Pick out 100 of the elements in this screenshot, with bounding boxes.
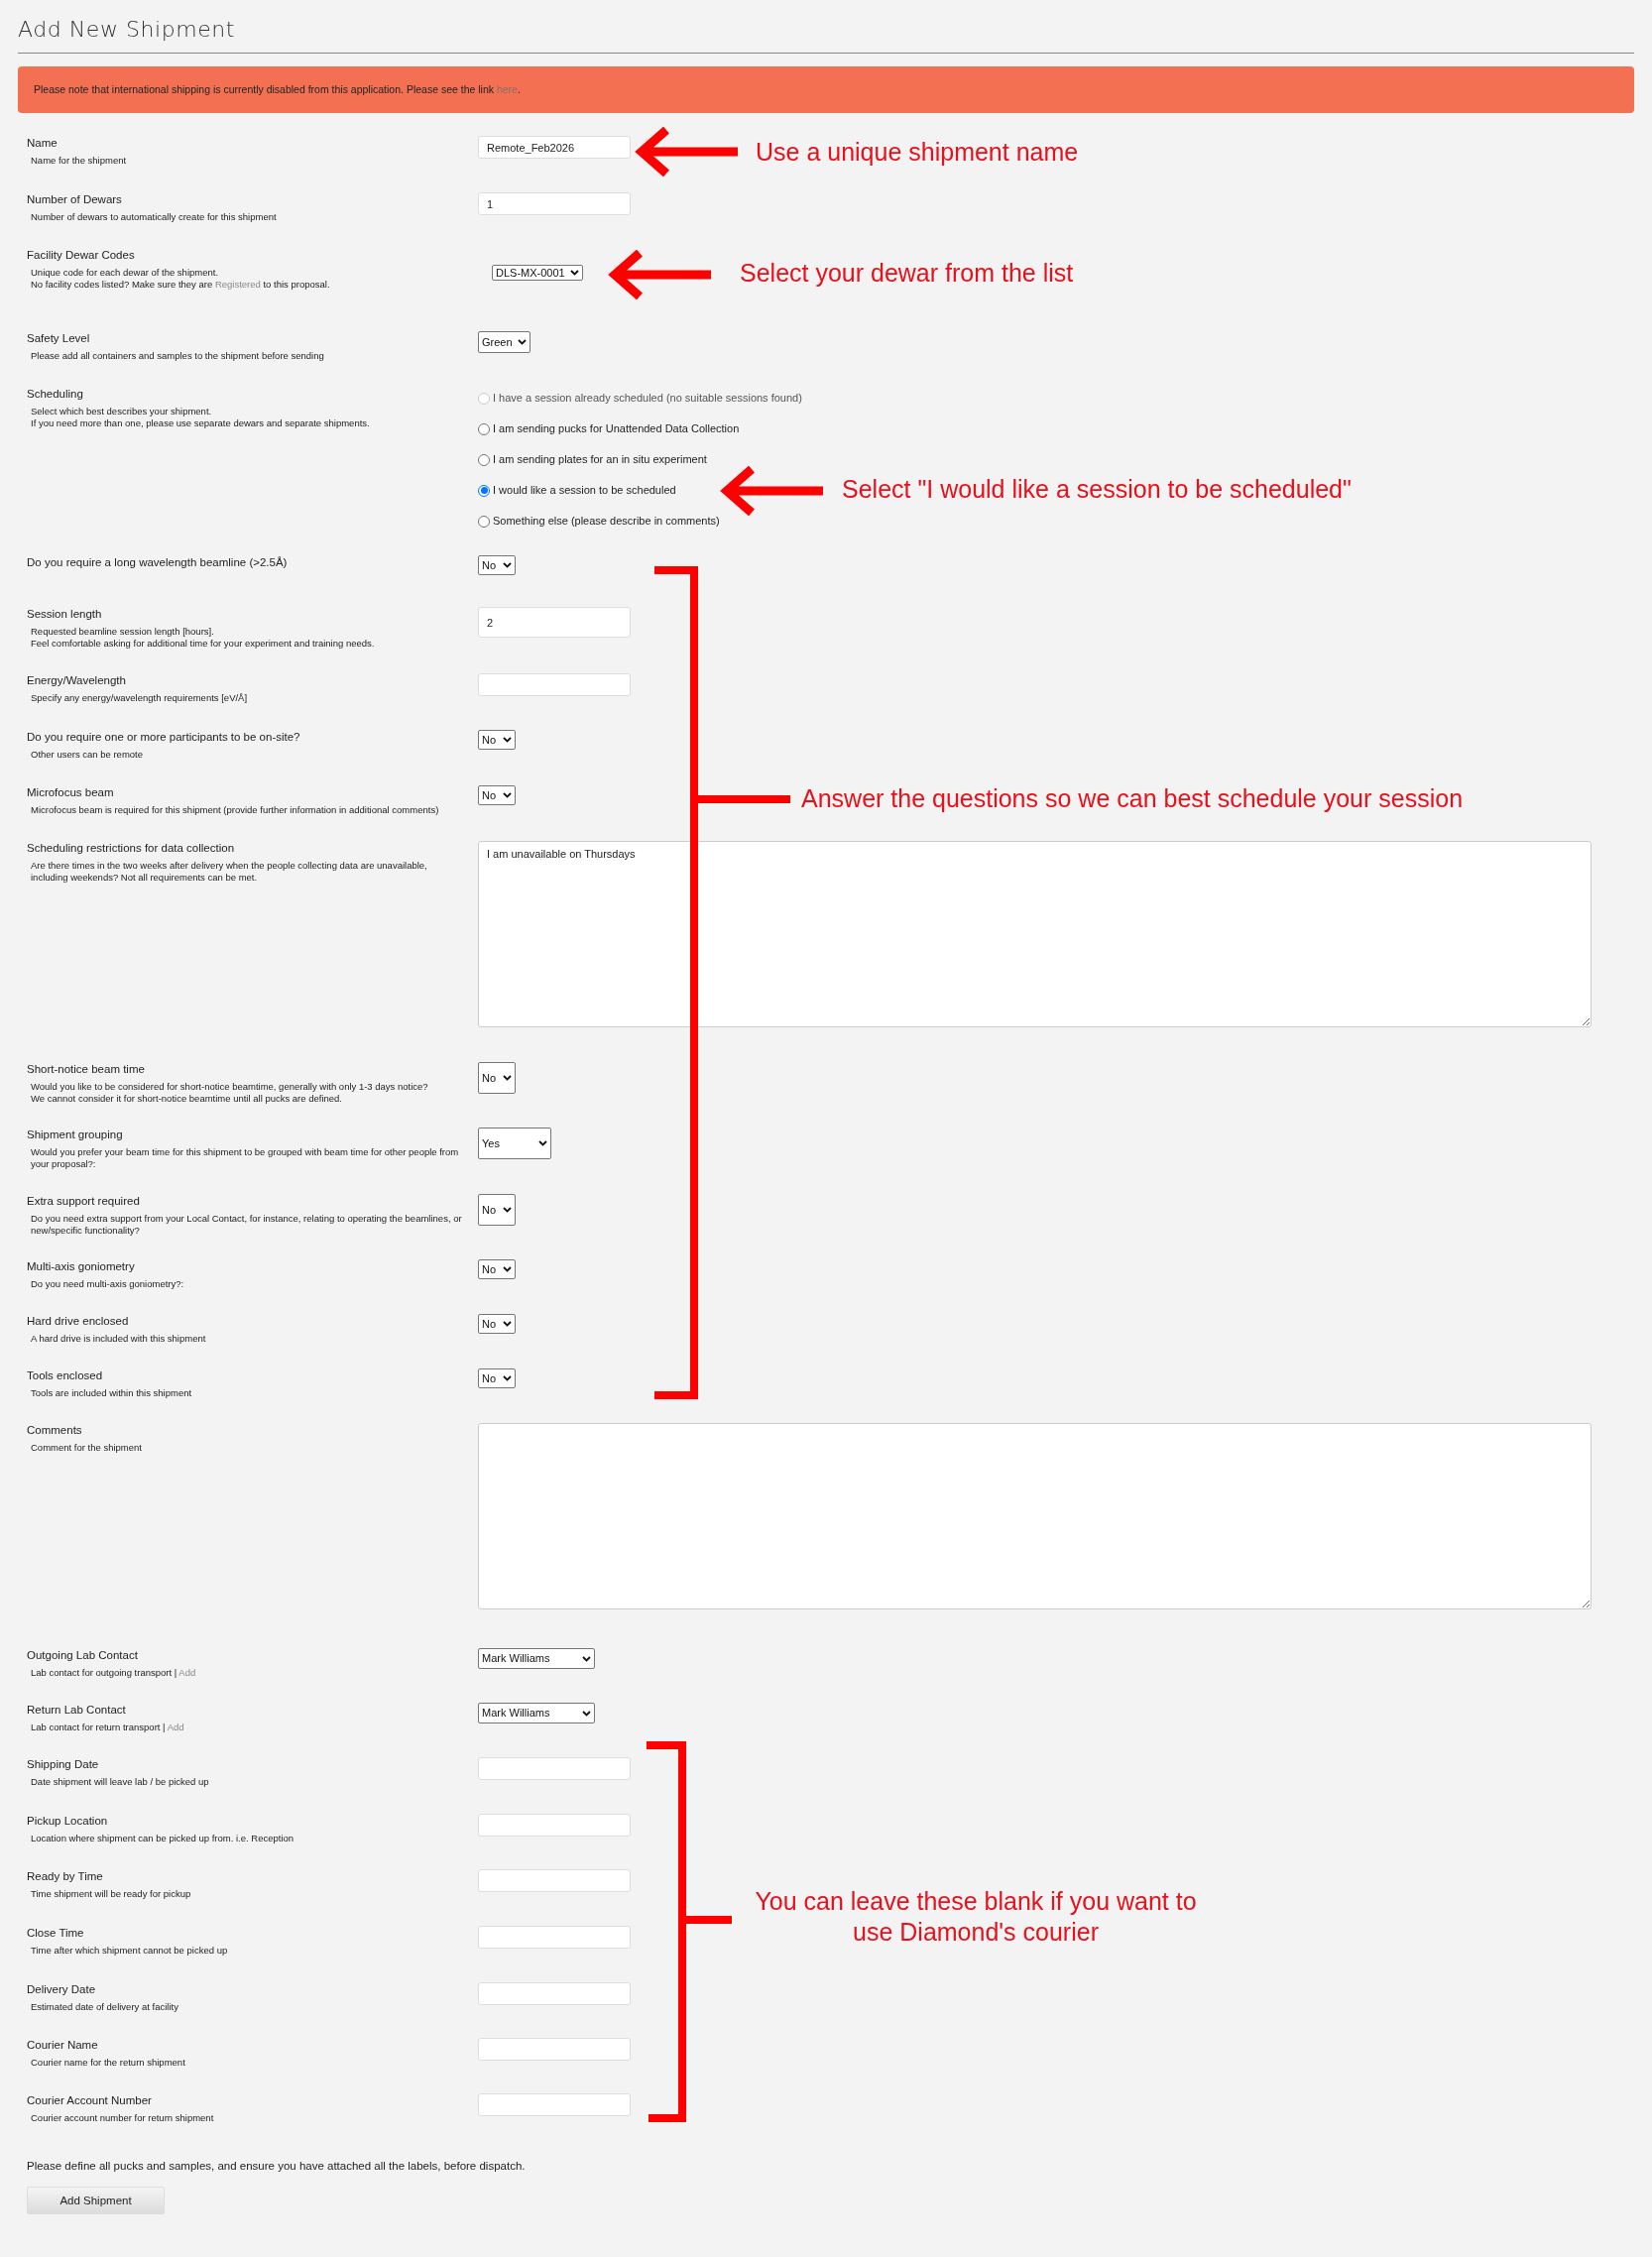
field-label: Scheduling — [27, 387, 84, 401]
radio-option[interactable]: I am sending plates for an in situ experiment — [478, 450, 707, 469]
chevron-down-icon — [503, 1266, 512, 1272]
chevron-down-icon — [503, 1207, 512, 1213]
field-label: Number of Dewars — [27, 192, 123, 206]
chevron-down-icon — [503, 1075, 512, 1081]
field-description: Requested beamline session length [hours]. — [31, 626, 215, 638]
field-description: Would you prefer your beam time for this shipment to be grouped with beam time for other people from your proposal?: — [31, 1146, 460, 1169]
field-description: Would you like to be considered for short-notice beamtime, generally with only 1-3 days notice? — [31, 1081, 429, 1093]
annotation-text: Select your dewar from the list — [740, 258, 1074, 289]
chevron-down-icon — [518, 339, 527, 345]
dropdown[interactable]: No — [478, 555, 516, 575]
dropdown[interactable]: Yes — [478, 1128, 551, 1159]
annotation-text: Answer the questions so we can best schedule your session — [801, 783, 1464, 814]
dropdown[interactable]: No — [478, 1314, 516, 1334]
field-label: Name — [27, 136, 59, 150]
add-shipment-button[interactable]: Add Shipment — [27, 2187, 165, 2215]
annotation-text: Select "I would like a session to be scheduled" — [842, 474, 1352, 505]
field-label: Session length — [27, 607, 103, 621]
field-description: Tools are included within this shipment — [31, 1387, 193, 1399]
field-label: Courier Name — [27, 2038, 99, 2052]
dropdown[interactable]: Green — [478, 331, 531, 353]
field-label: Outgoing Lab Contact — [27, 1648, 139, 1662]
input-field[interactable] — [478, 1869, 631, 1892]
pointer-arrow-icon — [607, 250, 714, 299]
dropdown[interactable]: No — [478, 785, 516, 805]
field-label: Scheduling restrictions for data collection — [27, 841, 236, 855]
field-description: Select which best describes your shipment. — [31, 406, 213, 417]
dropdown[interactable]: No — [478, 730, 516, 750]
input-field[interactable] — [478, 1926, 631, 1949]
field-label: Return Lab Contact — [27, 1703, 127, 1717]
radio-option[interactable]: I would like a session to be scheduled — [478, 481, 676, 500]
field-description: Do you need multi-axis goniometry?: — [31, 1278, 185, 1290]
field-label: Do you require one or more participants to be on-site? — [27, 730, 301, 744]
input-field[interactable] — [478, 1757, 631, 1780]
input-field[interactable] — [478, 2038, 631, 2061]
input-field[interactable]: Remote_Feb2026 — [478, 136, 631, 159]
dropdown[interactable]: Mark Williams — [478, 1648, 595, 1669]
chevron-down-icon — [538, 1140, 547, 1146]
field-label: Comments — [27, 1423, 83, 1437]
field-label: Shipment grouping — [27, 1128, 124, 1141]
form-note: Please define all pucks and samples, and ensure you have attached all the labels, before dispatch. — [27, 2159, 527, 2174]
chevron-down-icon — [570, 270, 579, 276]
dropdown[interactable]: No — [478, 1062, 516, 1094]
chevron-down-icon — [503, 1375, 512, 1381]
field-label: Shipping Date — [27, 1757, 100, 1771]
field-label: Microfocus beam — [27, 785, 115, 799]
field-description: Do you need extra support from your Local Contact, for instance, relating to operating the beamlines, or new/specific functionality? — [31, 1213, 463, 1236]
field-label: Delivery Date — [27, 1982, 97, 1996]
dropdown[interactable]: No — [478, 1194, 516, 1226]
field-label: Short-notice beam time — [27, 1062, 146, 1076]
field-description: A hard drive is included with this shipment — [31, 1333, 207, 1345]
field-description: Are there times in the two weeks after delivery when the people collecting data are unavailable, including weekends? Not all requirements can be met. — [31, 860, 428, 883]
input-field[interactable]: 1 — [478, 192, 631, 215]
field-description: Other users can be remote — [31, 749, 144, 761]
field-label: Energy/Wavelength — [27, 673, 127, 687]
field-label: Multi-axis goniometry — [27, 1259, 136, 1273]
field-description: Lab contact for outgoing transport | Add — [31, 1667, 197, 1679]
dropdown[interactable]: No — [478, 1259, 516, 1279]
field-description: If you need more than one, please use separate dewars and separate shipments. — [31, 416, 371, 428]
dropdown[interactable]: Mark Williams — [478, 1703, 595, 1723]
field-description: Comment for the shipment — [31, 1442, 143, 1454]
text-area[interactable]: I am unavailable on Thursdays — [478, 841, 1592, 1027]
field-label: Extra support required — [27, 1194, 141, 1208]
field-description: Microfocus beam is required for this shipment (provide further information in additional comments) — [31, 804, 440, 816]
alert-message: Please note that international shipping is currently disabled from this application. Please see the link here. — [34, 81, 521, 97]
input-field[interactable] — [478, 2093, 631, 2116]
field-description: Number of dewars to automatically create for this shipment — [31, 211, 278, 223]
field-description: Time after which shipment cannot be picked up — [31, 1945, 229, 1957]
input-field[interactable] — [478, 1982, 631, 2005]
dropdown[interactable]: DLS-MX-0001 — [492, 265, 583, 281]
chevron-down-icon — [503, 792, 512, 798]
field-label: Ready by Time — [27, 1869, 104, 1883]
chevron-down-icon — [503, 737, 512, 743]
chevron-down-icon — [503, 1321, 512, 1327]
field-label: Safety Level — [27, 331, 91, 345]
radio-option[interactable]: Something else (please describe in comments) — [478, 512, 720, 531]
field-description: Please add all containers and samples to the shipment before sending — [31, 350, 325, 362]
field-description: Lab contact for return transport | Add — [31, 1722, 185, 1733]
field-label: Tools enclosed — [27, 1368, 104, 1382]
annotation-text: Use a unique shipment name — [756, 137, 1079, 168]
field-description: Time shipment will be ready for pickup — [31, 1888, 192, 1900]
text-area[interactable] — [478, 1423, 1592, 1609]
radio-option[interactable]: I am sending pucks for Unattended Data Collection — [478, 419, 740, 438]
input-field[interactable] — [478, 1814, 631, 1837]
input-field[interactable] — [478, 673, 631, 696]
input-field[interactable]: 2 — [478, 607, 631, 638]
field-description: Courier name for the return shipment — [31, 2057, 186, 2069]
field-description: Unique code for each dewar of the shipment. — [31, 267, 220, 279]
page-title: Add New Shipment — [18, 16, 236, 44]
pointer-arrow-icon — [720, 466, 825, 516]
annotation-text: You can leave these blank if you want to use Diamond's courier — [754, 1886, 1198, 1948]
field-description: Name for the shipment — [31, 155, 128, 167]
field-description: We cannot consider it for short-notice beamtime until all pucks are defined. — [31, 1092, 343, 1104]
field-label: Pickup Location — [27, 1814, 109, 1828]
field-description: Location where shipment can be picked up from. i.e. Reception — [31, 1833, 295, 1844]
dropdown[interactable]: No — [478, 1368, 516, 1388]
field-label: Do you require a long wavelength beamline (>2.5Å) — [27, 555, 289, 569]
chevron-down-icon — [503, 562, 512, 568]
chevron-down-icon — [582, 1710, 591, 1717]
